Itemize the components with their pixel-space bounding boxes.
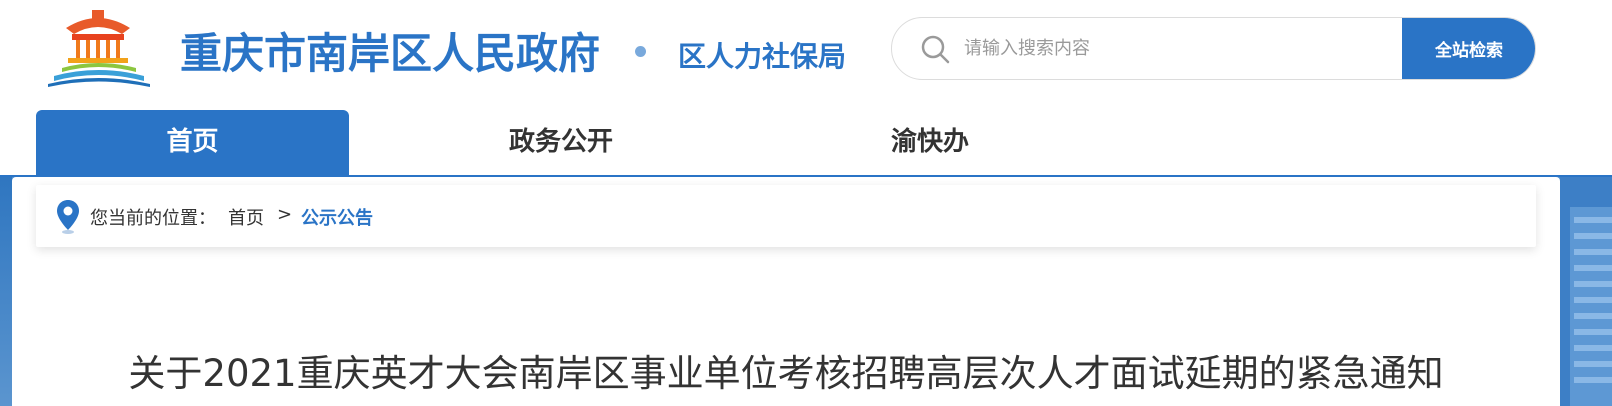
separator-dot [635, 46, 646, 57]
nav-item-yukuaiban[interactable]: 渝快办 [850, 110, 1010, 175]
background-left-edge [0, 177, 12, 406]
search-box: 全站检索 [891, 17, 1536, 80]
article-title: 关于2021重庆英才大会南岸区事业单位考核招聘高层次人才面试延期的紧急通知 [128, 352, 1444, 395]
breadcrumb-current[interactable]: 公示公告 [301, 204, 373, 230]
breadcrumb-home-link[interactable]: 首页 [228, 204, 264, 230]
search-input[interactable] [964, 18, 1284, 79]
breadcrumb-prefix: 您当前的位置： [90, 208, 216, 229]
background-building-image [1560, 177, 1612, 406]
government-building-logo-icon[interactable] [44, 6, 152, 88]
search-icon [921, 35, 950, 64]
location-pin-icon [57, 200, 79, 234]
breadcrumb: 您当前的位置： 首页 > 公示公告 [36, 185, 1536, 247]
nav-item-home[interactable]: 首页 [36, 110, 349, 175]
department-name[interactable]: 区人力社保局 [678, 35, 846, 75]
breadcrumb-separator: > [277, 204, 293, 225]
nav-item-gov-affairs[interactable]: 政务公开 [461, 110, 661, 175]
site-search-button[interactable]: 全站检索 [1402, 18, 1535, 79]
site-header: 重庆市南岸区人民政府 区人力社保局 全站检索 [0, 0, 1612, 108]
content-panel: 您当前的位置： 首页 > 公示公告 关于2021重庆英才大会南岸区事业单位考核招… [12, 177, 1560, 406]
main-nav: 首页 政务公开 渝快办 [0, 108, 1612, 175]
site-name[interactable]: 重庆市南岸区人民政府 [180, 20, 600, 81]
